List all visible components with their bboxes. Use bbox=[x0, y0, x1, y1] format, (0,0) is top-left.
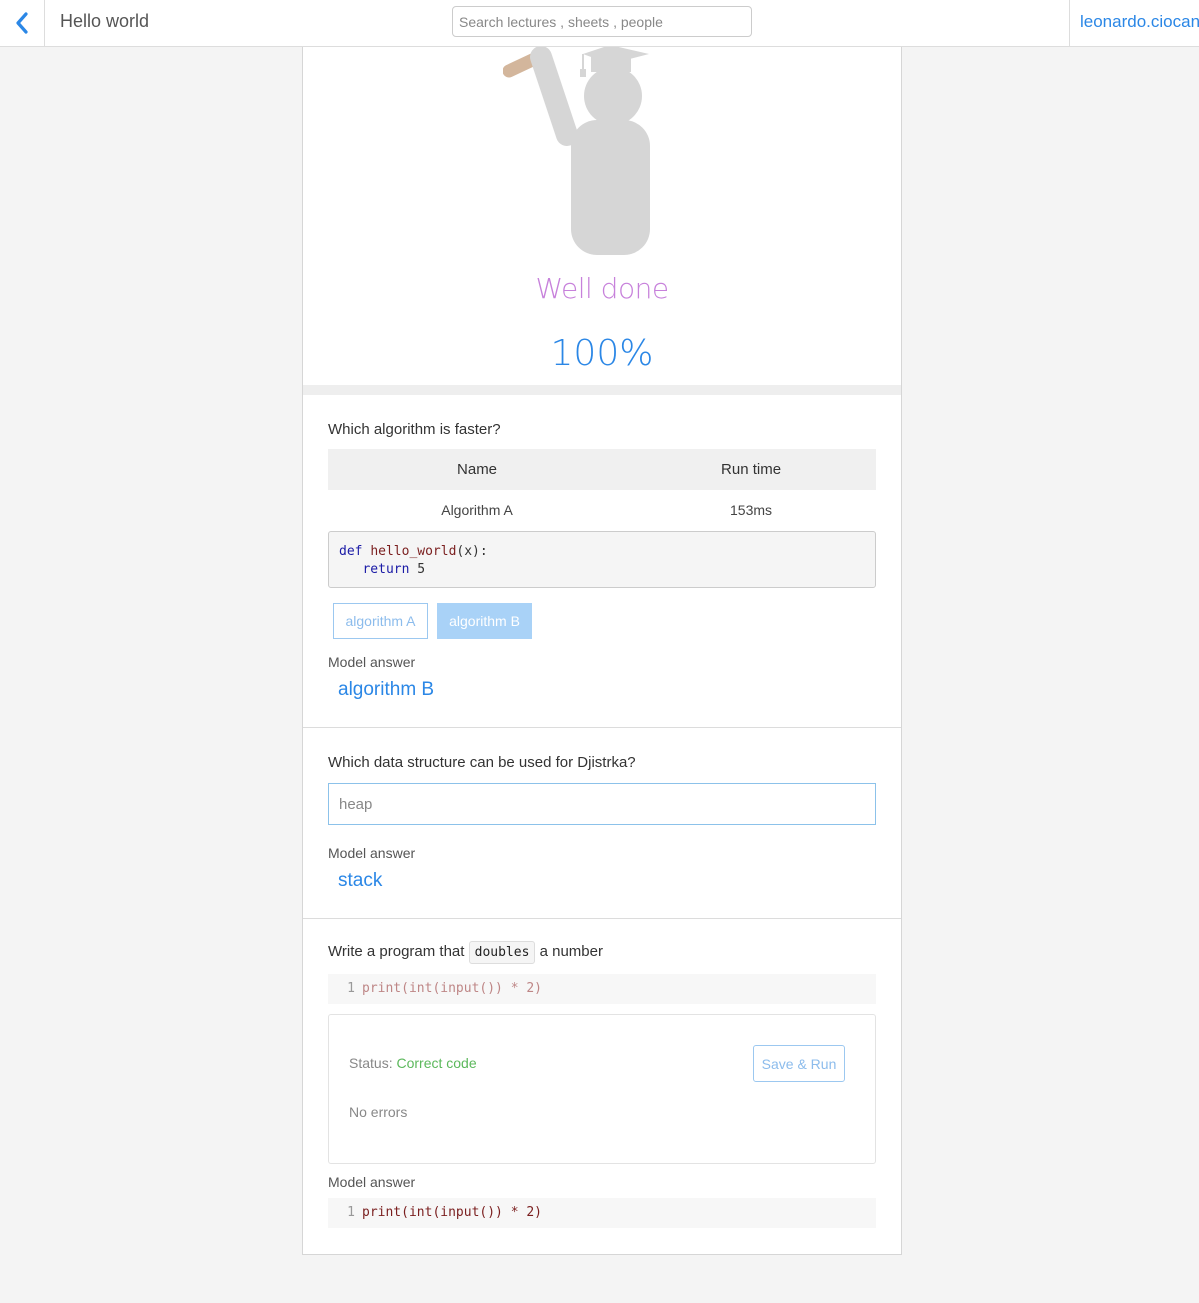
back-button[interactable] bbox=[0, 0, 45, 46]
code-keyword: return bbox=[362, 562, 410, 577]
code-keyword: def bbox=[339, 544, 363, 559]
status-value: Correct code bbox=[396, 1055, 477, 1071]
prompt-text: a number bbox=[539, 943, 603, 960]
model-code: print(int(input()) * 2) bbox=[362, 1205, 543, 1220]
line-number: 1 bbox=[347, 981, 355, 996]
status-line: Status: Correct code bbox=[349, 1055, 477, 1071]
top-bar: Hello world leonardo.ciocan bbox=[0, 0, 1199, 47]
model-answer-code: 1 print(int(input()) * 2) bbox=[328, 1198, 876, 1228]
page-title: Hello world bbox=[60, 11, 150, 31]
lesson-card: Well done 100% Which algorithm is faster… bbox=[302, 47, 902, 1255]
code-function-name: hello_world bbox=[370, 544, 457, 559]
code-editor[interactable]: 1 print(int(input()) * 2) bbox=[328, 974, 876, 1004]
inline-code: doubles bbox=[468, 941, 536, 964]
model-answer-label: Model answer bbox=[328, 845, 416, 861]
code-text: 5 bbox=[409, 562, 426, 577]
section-separator bbox=[303, 385, 901, 395]
answer-input[interactable] bbox=[328, 783, 876, 825]
model-answer-label: Model answer bbox=[328, 1174, 416, 1190]
score-percentage: 100% bbox=[550, 333, 654, 374]
option-algorithm-a-button[interactable]: algorithm A bbox=[333, 603, 428, 639]
table-cell: Algorithm A bbox=[441, 502, 513, 518]
prompt-text: Write a program that bbox=[328, 943, 465, 960]
divider bbox=[303, 918, 901, 919]
code-text: (x): bbox=[456, 544, 488, 559]
save-run-button[interactable]: Save & Run bbox=[753, 1045, 845, 1082]
result-hero: Well done 100% bbox=[303, 47, 901, 395]
runtime-table: Name Run time Algorithm A 153ms bbox=[328, 449, 876, 530]
question-3-prompt: Write a program that doubles a number bbox=[328, 941, 876, 964]
model-answer-label: Model answer bbox=[328, 654, 416, 670]
graduate-illustration bbox=[503, 47, 650, 255]
option-algorithm-b-button[interactable]: algorithm B bbox=[437, 603, 532, 639]
code-snippet: def hello_world(x): return 5 bbox=[328, 531, 876, 588]
editor-code[interactable]: print(int(input()) * 2) bbox=[362, 981, 542, 996]
table-row: Algorithm A 153ms bbox=[328, 490, 876, 530]
model-answer-value: algorithm B bbox=[338, 679, 435, 700]
column-header-name: Name bbox=[328, 449, 627, 490]
line-number: 1 bbox=[347, 1205, 355, 1220]
table-header-row: Name Run time bbox=[328, 449, 876, 490]
table-cell: 153ms bbox=[730, 502, 773, 518]
chevron-left-icon bbox=[16, 12, 28, 34]
question-1-prompt: Which algorithm is faster? bbox=[328, 421, 501, 438]
column-header-runtime: Run time bbox=[626, 449, 876, 490]
well-done-message: Well done bbox=[535, 272, 669, 305]
user-link[interactable]: leonardo.ciocan bbox=[1080, 12, 1199, 32]
search-input[interactable] bbox=[452, 6, 752, 37]
status-label: Status: bbox=[349, 1055, 393, 1071]
run-status-panel: Status: Correct code No errors Save & Ru… bbox=[328, 1014, 876, 1164]
model-answer-value: stack bbox=[338, 870, 383, 891]
errors-text: No errors bbox=[349, 1104, 408, 1120]
question-2-prompt: Which data structure can be used for Dji… bbox=[328, 754, 636, 771]
user-menu: leonardo.ciocan bbox=[1069, 0, 1199, 46]
divider bbox=[303, 727, 901, 728]
